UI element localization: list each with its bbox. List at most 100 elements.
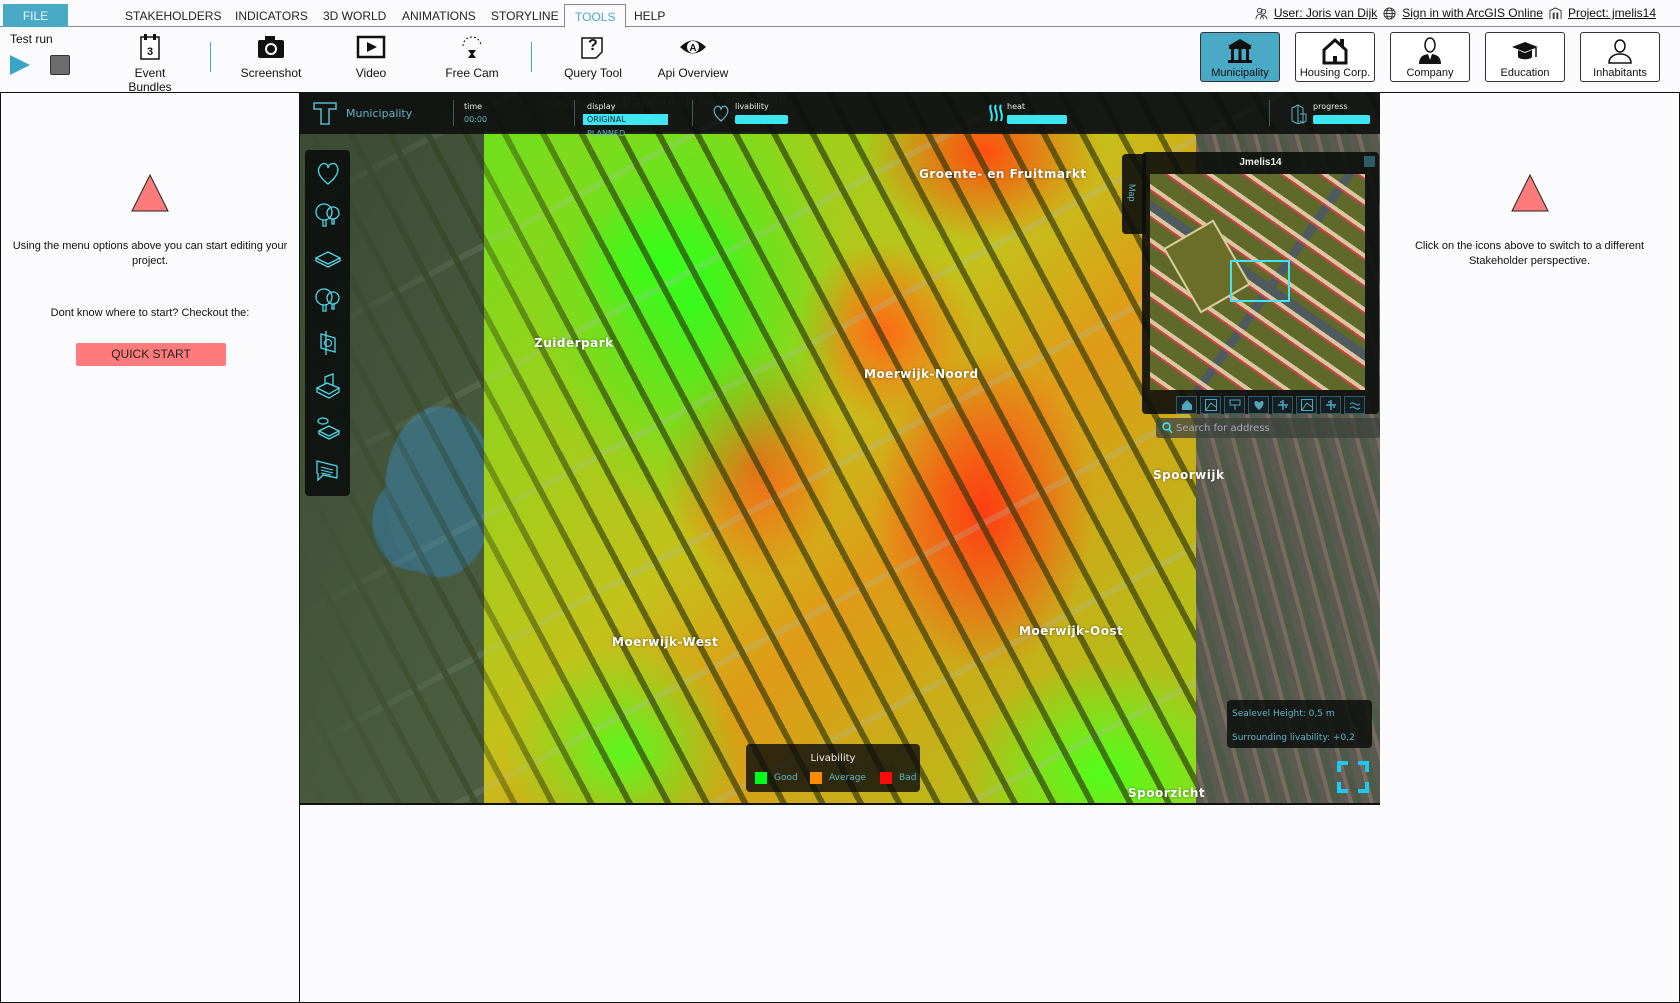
menu-animations[interactable]: ANIMATIONS xyxy=(402,9,476,23)
query-tool-label: Query Tool xyxy=(564,66,622,80)
trees-tool-icon[interactable] xyxy=(313,200,343,230)
video-label: Video xyxy=(355,66,387,80)
quick-start-button[interactable]: QUICK START xyxy=(76,343,226,366)
stakeholder-company-button[interactable]: Company xyxy=(1390,32,1470,82)
livability-tool-icon[interactable] xyxy=(313,158,343,188)
display-planned-option[interactable]: PLANNED xyxy=(583,128,668,139)
toolbar-divider xyxy=(210,42,211,72)
map-label: Moerwijk-Noord xyxy=(864,367,979,381)
livability-heart-icon[interactable] xyxy=(712,103,730,123)
heart-layer-button[interactable] xyxy=(1248,396,1269,414)
heart-icon xyxy=(1253,401,1264,410)
water-layer-button[interactable] xyxy=(1344,396,1365,414)
minimap-panel: Jmelis14 xyxy=(1142,152,1379,414)
money-tool-icon[interactable] xyxy=(313,412,343,442)
warning-triangle-icon xyxy=(1510,173,1549,212)
expand-icon[interactable] xyxy=(1364,156,1375,167)
menu-storyline[interactable]: STORYLINE xyxy=(491,9,559,23)
stakeholder-housing-corp-button[interactable]: Housing Corp. xyxy=(1295,32,1375,82)
stakeholder-education-button[interactable]: Education xyxy=(1485,32,1565,82)
minimap[interactable] xyxy=(1150,174,1365,390)
land-tool-icon[interactable] xyxy=(313,243,343,273)
tygron-logo-icon xyxy=(313,102,337,125)
map-viewport[interactable]: Oostbroek-Zuid Transvaalkwartier-Zuid Gr… xyxy=(300,92,1380,803)
terrain-icon xyxy=(1204,399,1217,411)
svg-text:A: A xyxy=(689,43,696,54)
display-original-option[interactable]: ORIGINAL xyxy=(583,114,668,125)
livability-progress-bar[interactable] xyxy=(735,115,789,124)
terrain-layer-button[interactable] xyxy=(1200,396,1221,414)
video-icon xyxy=(356,35,386,59)
heat-progress-bar[interactable] xyxy=(1007,115,1067,124)
video-button[interactable]: Video xyxy=(345,32,397,80)
stakeholder-municipality-button[interactable]: Municipality xyxy=(1200,32,1280,82)
stakeholder-label: Education xyxy=(1500,67,1550,79)
livability-legend: Livability Good Average Bad xyxy=(746,744,920,792)
app: FILE STAKEHOLDERS INDICATORS 3D WORLD AN… xyxy=(0,0,1680,1003)
event-bundles-button[interactable]: 3 Event Bundles xyxy=(112,32,188,94)
minimap-viewport-rect[interactable] xyxy=(1230,260,1290,302)
legend-swatch xyxy=(810,772,822,784)
pipes2-layer-button[interactable] xyxy=(1320,396,1341,414)
hud-divider xyxy=(574,100,575,126)
free-cam-button[interactable]: Free Cam xyxy=(440,32,504,80)
legend-item-good: Good xyxy=(755,772,798,784)
terrain-icon xyxy=(1300,399,1313,411)
camera-icon xyxy=(258,36,284,58)
tool-strip xyxy=(305,150,350,496)
minimap-tab-label[interactable]: Map xyxy=(1127,184,1137,202)
progress-building-icon[interactable] xyxy=(1290,102,1308,124)
screenshot-label: Screenshot xyxy=(240,66,302,80)
api-overview-button[interactable]: A Api Overview xyxy=(656,32,730,80)
play-button[interactable] xyxy=(10,55,30,75)
address-search-input[interactable] xyxy=(1176,420,1372,436)
terrain2-layer-button[interactable] xyxy=(1296,396,1317,414)
menu-3d-world[interactable]: 3D WORLD xyxy=(323,9,386,23)
address-search[interactable] xyxy=(1156,418,1380,438)
fullscreen-icon[interactable] xyxy=(1336,760,1370,794)
stakeholder-label: Company xyxy=(1406,67,1454,79)
progress-progress-bar[interactable] xyxy=(1313,115,1370,124)
toolbar-divider xyxy=(531,42,532,72)
stakeholder-inhabitants-button[interactable]: Inhabitants xyxy=(1580,32,1660,82)
time-label: time xyxy=(464,102,483,111)
nature-tool-icon[interactable] xyxy=(313,285,343,315)
minimap-layer-buttons xyxy=(1176,396,1365,414)
hud-stakeholder[interactable]: Municipality xyxy=(346,107,412,120)
messages-tool-icon[interactable] xyxy=(313,456,343,486)
menu-indicators[interactable]: INDICATORS xyxy=(235,9,308,23)
map-label: Moerwijk-West xyxy=(612,635,719,649)
legend-swatch xyxy=(755,772,767,784)
pipes-icon xyxy=(1277,400,1288,410)
home-layer-button[interactable] xyxy=(1176,396,1197,414)
progress-label: progress xyxy=(1313,102,1348,111)
user-link[interactable]: User: Joris van Dijk xyxy=(1274,6,1377,20)
stop-button[interactable] xyxy=(50,55,70,75)
screenshot-button[interactable]: Screenshot xyxy=(236,32,306,80)
globe-icon xyxy=(1383,6,1396,20)
info-box: Sealevel Height: 0,5 m Surrounding livab… xyxy=(1227,700,1372,748)
pipes-layer-button[interactable] xyxy=(1272,396,1293,414)
left-panel-instructions: Using the menu options above you can sta… xyxy=(12,240,288,267)
buildings-tool-icon[interactable] xyxy=(313,370,343,400)
sign-icon xyxy=(1229,399,1240,410)
house-icon xyxy=(1322,37,1348,65)
graduation-cap-icon xyxy=(1512,42,1538,60)
menu-stakeholders[interactable]: STAKEHOLDERS xyxy=(125,9,221,23)
hud-divider xyxy=(453,100,454,126)
finance-tool-icon[interactable] xyxy=(313,328,343,358)
menu-tools[interactable]: TOOLS xyxy=(564,4,627,28)
menu-help[interactable]: HELP xyxy=(634,9,665,23)
arcgis-signin-link[interactable]: Sign in with ArcGIS Online xyxy=(1402,6,1543,20)
legend-label: Bad xyxy=(899,773,917,783)
menu-file[interactable]: FILE xyxy=(3,4,68,27)
heat-icon[interactable] xyxy=(986,103,1004,123)
query-tool-button[interactable]: ? Query Tool xyxy=(560,32,626,80)
water-icon xyxy=(1349,402,1360,410)
menu-bar: FILE STAKEHOLDERS INDICATORS 3D WORLD AN… xyxy=(0,0,1680,28)
sign-layer-button[interactable] xyxy=(1224,396,1245,414)
right-info-panel: Click on the icons above to switch to a … xyxy=(1380,92,1680,1003)
project-link[interactable]: Project: jmelis14 xyxy=(1568,6,1656,20)
businessman-icon xyxy=(1419,37,1441,64)
project-icon xyxy=(1549,6,1562,19)
